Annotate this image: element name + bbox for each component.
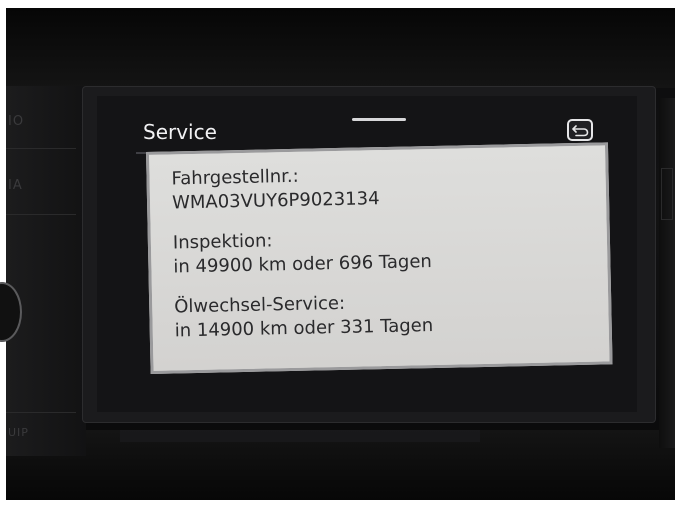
bezel-top <box>6 8 675 88</box>
left-divider-2 <box>6 214 76 215</box>
left-divider-1 <box>6 148 76 149</box>
photo-frame: IO IA UIP Service Fahrgestellnr.: WMA03V… <box>0 0 675 511</box>
inspection-label: Inspektion: <box>172 230 273 254</box>
service-info-content: Fahrgestellnr.: WMA03VUY6P9023134 Inspek… <box>149 145 610 371</box>
pull-down-handle[interactable] <box>352 118 406 121</box>
right-edge <box>659 98 675 448</box>
chassis-number-label: Fahrgestellnr.: <box>171 165 299 190</box>
right-notch <box>661 168 673 220</box>
oil-service-label: Ölwechsel-Service: <box>174 292 346 318</box>
service-info-panel: Fahrgestellnr.: WMA03VUY6P9023134 Inspek… <box>146 142 613 374</box>
screen-reflection <box>120 430 480 442</box>
left-button-label-3[interactable]: UIP <box>8 426 29 439</box>
inspection-value: in 49900 km oder 696 Tagen <box>173 251 433 278</box>
back-arrow-icon <box>572 125 589 137</box>
left-button-label-2[interactable]: IA <box>8 178 23 193</box>
page-title: Service <box>143 120 217 144</box>
chassis-number-value: WMA03VUY6P9023134 <box>171 188 380 214</box>
back-button[interactable] <box>567 119 593 141</box>
left-button-panel: IO IA UIP <box>6 86 86 456</box>
left-divider-3 <box>6 412 76 413</box>
oil-service-value: in 14900 km oder 331 Tagen <box>174 315 434 342</box>
left-button-label-1[interactable]: IO <box>8 114 24 129</box>
